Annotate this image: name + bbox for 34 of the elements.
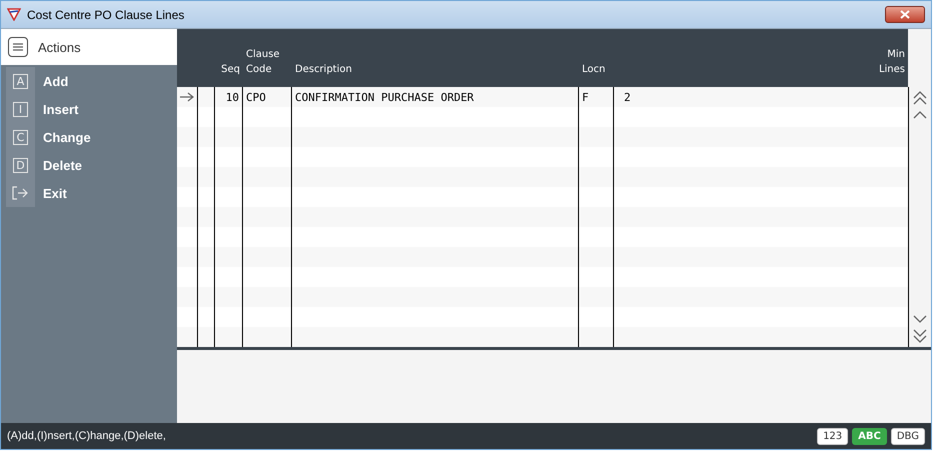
- close-icon: [900, 10, 910, 19]
- action-button[interactable]: C Change: [6, 123, 166, 151]
- key-icon: A: [13, 74, 28, 88]
- scroll-up-icon[interactable]: [913, 111, 927, 119]
- column-header: Locn: [582, 63, 606, 77]
- table-cell: F: [582, 90, 589, 104]
- column-header: Clause Code: [246, 48, 280, 77]
- actions-title: Actions: [38, 40, 81, 54]
- column-header: Seq: [221, 63, 240, 77]
- status-hint: (A)dd,(I)nsert,(C)hange,(D)elete,: [7, 430, 167, 442]
- table-cell: 2: [624, 90, 631, 104]
- menu-icon[interactable]: [8, 37, 28, 57]
- action-button[interactable]: Exit: [6, 179, 166, 207]
- scroll-top-icon[interactable]: [913, 91, 927, 105]
- mode-badge[interactable]: 123: [817, 428, 848, 444]
- scroll-bottom-icon[interactable]: [913, 329, 927, 343]
- key-icon: D: [13, 158, 28, 172]
- key-icon: I: [13, 102, 28, 116]
- mode-badge[interactable]: DBG: [890, 428, 925, 444]
- mode-badge[interactable]: ABC: [852, 428, 887, 444]
- scroll-down-icon[interactable]: [913, 315, 927, 323]
- column-header: Description: [295, 63, 352, 77]
- action-button[interactable]: D Delete: [6, 151, 166, 179]
- table-cell: CPO: [246, 90, 266, 104]
- exit-icon: [12, 186, 29, 200]
- window-title: Cost Centre PO Clause Lines: [27, 8, 186, 22]
- column-header: Min Lines: [878, 48, 905, 77]
- app-logo-icon: [7, 8, 21, 21]
- table-cell: 10: [226, 90, 239, 104]
- key-icon: C: [13, 130, 28, 144]
- table-cell: CONFIRMATION PURCHASE ORDER: [295, 90, 474, 104]
- action-button[interactable]: I Insert: [6, 95, 166, 123]
- action-button[interactable]: A Add: [6, 67, 166, 95]
- close-button[interactable]: [885, 6, 925, 23]
